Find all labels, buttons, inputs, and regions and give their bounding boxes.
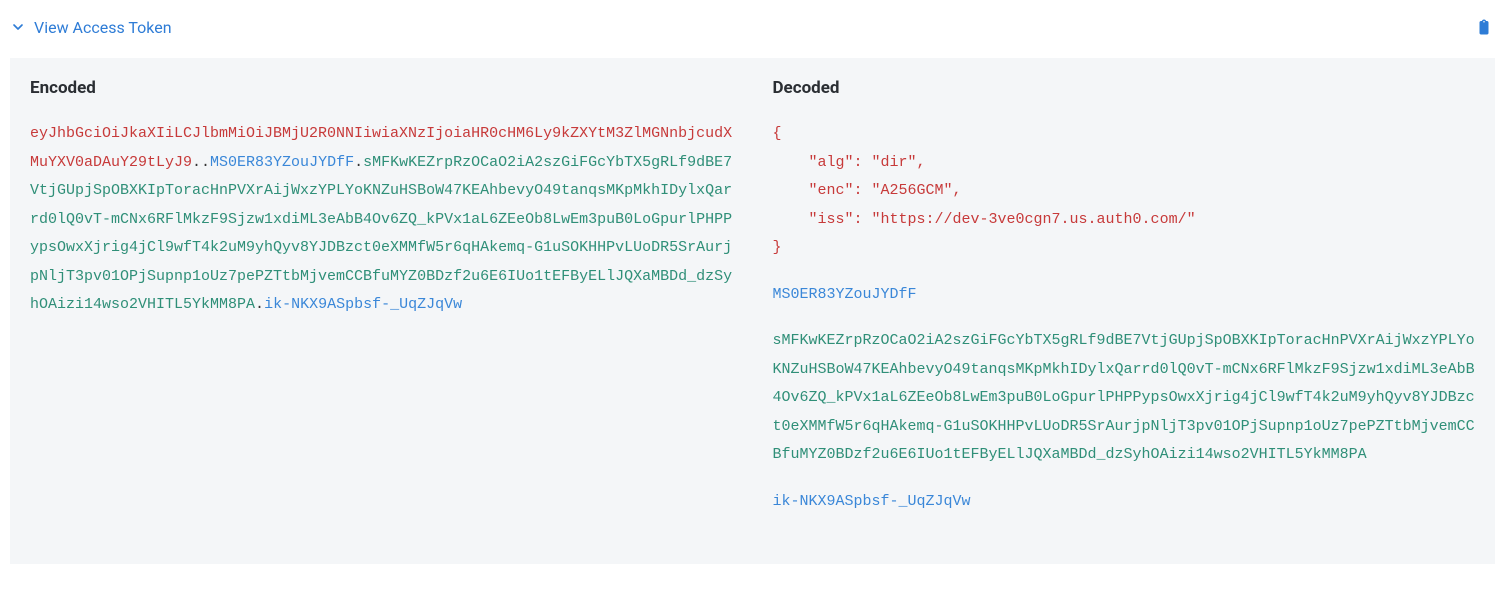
encoded-tag: ik-NKX9ASpbsf-_UqZJqVw: [264, 296, 462, 313]
dot-separator: .: [255, 296, 264, 313]
json-line: "enc": "A256GCM",: [773, 177, 1476, 206]
decoded-title: Decoded: [773, 78, 1476, 98]
decoded-header-json: { "alg": "dir", "enc": "A256GCM", "iss":…: [773, 120, 1476, 263]
decoded-iv: MS0ER83YZouJYDfF: [773, 281, 1476, 310]
view-token-label: View Access Token: [34, 18, 172, 37]
json-line: "alg": "dir",: [773, 149, 1476, 178]
token-panel: Encoded eyJhbGciOiJkaXIiLCJlbmMiOiJBMjU2…: [10, 58, 1495, 564]
encoded-ciphertext: sMFKwKEZrpRzOCaO2iA2szGiFGcYbTX5gRLf9dBE…: [30, 154, 732, 314]
json-line: "iss": "https://dev-3ve0cgn7.us.auth0.co…: [773, 206, 1476, 235]
clipboard-icon: [1475, 17, 1493, 37]
header-row: View Access Token: [10, 10, 1495, 44]
encoded-column: Encoded eyJhbGciOiJkaXIiLCJlbmMiOiJBMjU2…: [10, 78, 753, 534]
encoded-token: eyJhbGciOiJkaXIiLCJlbmMiOiJBMjU2R0NNIiwi…: [30, 120, 733, 320]
encoded-iv: MS0ER83YZouJYDfF: [210, 154, 354, 171]
dot-separator: ..: [192, 154, 210, 171]
view-token-toggle[interactable]: View Access Token: [10, 18, 172, 37]
dot-separator: .: [354, 154, 363, 171]
json-line: {: [773, 120, 1476, 149]
decoded-tag: ik-NKX9ASpbsf-_UqZJqVw: [773, 488, 1476, 517]
encoded-title: Encoded: [30, 78, 733, 98]
json-line: }: [773, 234, 1476, 263]
decoded-ciphertext: sMFKwKEZrpRzOCaO2iA2szGiFGcYbTX5gRLf9dBE…: [773, 327, 1476, 470]
decoded-column: Decoded { "alg": "dir", "enc": "A256GCM"…: [753, 78, 1496, 534]
chevron-down-icon: [10, 19, 26, 35]
copy-button[interactable]: [1473, 16, 1495, 38]
